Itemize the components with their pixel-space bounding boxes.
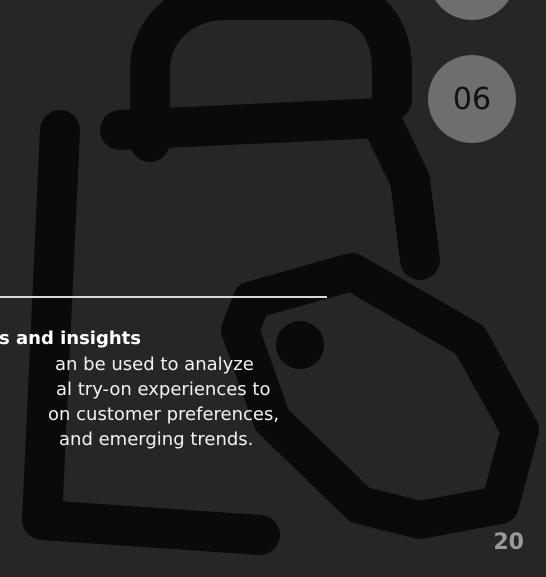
slide-content: s and insights an be used to analyze al … [0,326,330,452]
section-body: an be used to analyze al try-on experien… [0,352,330,452]
body-line: and emerging trends. [59,429,254,450]
body-line: on customer preferences, [48,404,280,425]
page-number: 20 [493,530,524,555]
step-number: 06 [452,81,492,117]
section-heading: s and insights [0,328,141,349]
body-line: al try-on experiences to [56,379,271,400]
body-line: an be used to analyze [55,354,254,375]
section-divider [0,296,327,298]
step-number-badge: 06 [428,55,516,143]
